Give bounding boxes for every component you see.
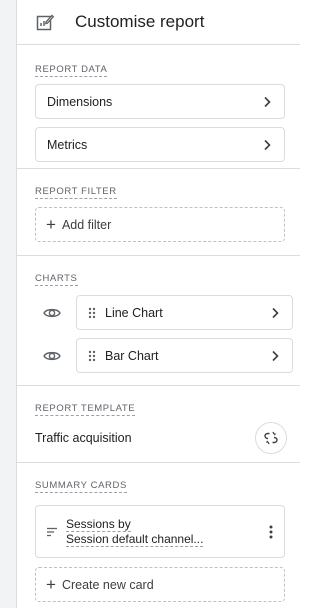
chart-row-bar: Bar Chart <box>43 338 300 373</box>
create-new-card-label: Create new card <box>61 577 154 592</box>
summary-card-text: Sessions by Session default channel... <box>66 516 204 547</box>
unlink-template-button[interactable] <box>255 422 287 454</box>
left-rail <box>0 0 17 608</box>
report-filter-section: REPORT FILTER + Add filter <box>17 169 300 256</box>
summary-card-icon <box>46 526 58 538</box>
summary-card-line1: Sessions by <box>66 516 131 532</box>
chevron-right-icon <box>268 306 282 320</box>
line-chart-card[interactable]: Line Chart <box>76 295 293 330</box>
plus-icon: + <box>46 215 56 234</box>
dimensions-label: Dimensions <box>47 94 113 109</box>
chevron-right-icon <box>260 95 274 109</box>
eye-icon[interactable] <box>43 306 61 320</box>
eye-icon[interactable] <box>43 349 61 363</box>
chevron-right-icon <box>260 138 274 152</box>
template-row: Traffic acquisition <box>35 422 287 454</box>
report-data-label: REPORT DATA <box>35 64 108 77</box>
report-filter-label: REPORT FILTER <box>35 186 117 199</box>
add-filter-label: Add filter <box>61 217 112 232</box>
create-new-card-button[interactable]: + Create new card <box>35 567 285 602</box>
drag-handle-icon[interactable] <box>88 307 96 319</box>
report-template-label: REPORT TEMPLATE <box>35 403 136 416</box>
summary-card[interactable]: Sessions by Session default channel... <box>35 505 285 558</box>
add-filter-button[interactable]: + Add filter <box>35 207 285 242</box>
chevron-right-icon <box>268 349 282 363</box>
customise-report-panel: Customise report REPORT DATA Dimensions … <box>17 0 300 608</box>
metrics-label: Metrics <box>47 137 88 152</box>
chart-row-line: Line Chart <box>43 295 300 330</box>
line-chart-content: Line Chart <box>88 306 163 320</box>
summary-cards-section: SUMMARY CARDS Sessions by Session defaul… <box>17 463 300 602</box>
more-vert-icon[interactable] <box>269 525 273 539</box>
page-title: Customise report <box>75 12 205 31</box>
charts-section: CHARTS Line Chart Bar Chart <box>17 256 300 386</box>
summary-cards-label: SUMMARY CARDS <box>35 480 127 493</box>
summary-card-line2: Session default channel... <box>66 531 204 547</box>
charts-label: CHARTS <box>35 273 78 286</box>
dimensions-card[interactable]: Dimensions <box>35 84 285 119</box>
metrics-card[interactable]: Metrics <box>35 127 285 162</box>
drag-handle-icon[interactable] <box>88 350 96 362</box>
plus-icon: + <box>46 575 56 594</box>
line-chart-label: Line Chart <box>105 305 163 320</box>
bar-chart-content: Bar Chart <box>88 349 159 363</box>
panel-header: Customise report <box>17 0 300 45</box>
edit-report-icon <box>35 12 55 32</box>
unlink-icon <box>264 431 278 445</box>
report-data-section: REPORT DATA Dimensions Metrics <box>17 45 300 169</box>
bar-chart-card[interactable]: Bar Chart <box>76 338 293 373</box>
report-template-section: REPORT TEMPLATE Traffic acquisition <box>17 386 300 463</box>
bar-chart-label: Bar Chart <box>105 348 159 363</box>
template-name: Traffic acquisition <box>35 431 132 445</box>
